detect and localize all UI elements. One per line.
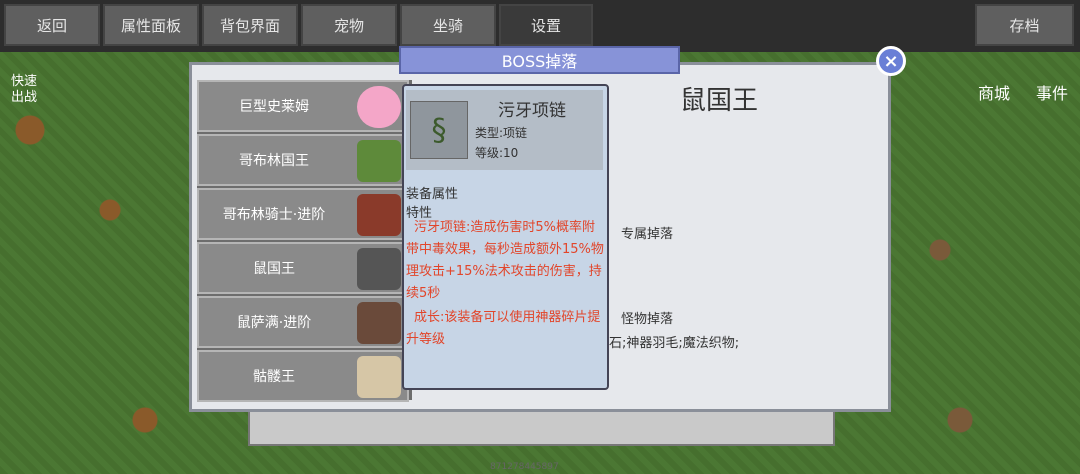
tab-settings[interactable]: 设置 [499,4,593,46]
attr-section: 装备属性 [406,187,459,202]
goblin-king-icon [357,140,401,182]
tab-pets[interactable]: 宠物 [301,4,397,46]
quick-battle-button[interactable]: 快速 出战 [4,74,44,106]
close-icon[interactable]: × [876,46,906,76]
exclusive-drop-label: 专属掉落 [621,227,674,242]
boss-item[interactable]: 巨型史莱姆 [197,80,409,132]
item-level: 等级:10 [475,146,519,160]
growth-description: 成长:该装备可以使用神器碎片提升等级 [406,310,601,347]
boss-item[interactable]: 哥布林骑士·进阶 [197,188,409,240]
rat-king-icon [357,248,401,290]
shop-button[interactable]: 商城 [972,86,1016,102]
slime-icon [357,86,401,128]
tab-inventory[interactable]: 背包界面 [202,4,298,46]
boss-item-label: 鼠萨满·进阶 [236,315,312,331]
tab-mounts[interactable]: 坐骑 [400,4,496,46]
boss-item-label: 骷髅王 [253,369,295,385]
boss-item[interactable]: 哥布林国王 [197,134,409,186]
save-button[interactable]: 存档 [975,4,1074,46]
boss-item-label: 巨型史莱姆 [239,99,309,115]
skeleton-king-icon [357,356,401,398]
item-type: 类型:项链 [475,126,528,140]
monster-drop-label: 怪物掉落 [621,312,674,327]
item-name: 污牙项链 [498,101,566,121]
trait-description: 污牙项链:造成伤害时5%概率附带中毒效果，每秒造成额外15%物理攻击+15%法术… [406,220,604,301]
dialog-title: BOSS掉落 [399,46,680,74]
boss-item[interactable]: 骷髅王 [197,350,409,402]
boss-item-label: 哥布林国王 [239,153,309,169]
boss-item[interactable]: 鼠萨满·进阶 [197,296,409,348]
rat-shaman-icon [357,302,401,344]
boss-item-label: 哥布林骑士·进阶 [222,207,326,223]
footer-id: 871278445897 [490,462,559,472]
events-button[interactable]: 事件 [1030,86,1074,102]
monster-drop-items: 石;神器羽毛;魔法织物; [609,336,740,351]
tab-attributes[interactable]: 属性面板 [103,4,199,46]
necklace-icon: § [410,101,468,159]
bottom-panel [248,408,835,446]
boss-item-label: 鼠国王 [253,261,295,277]
selected-boss-name: 鼠国王 [680,86,759,116]
tab-back[interactable]: 返回 [4,4,100,46]
boss-list: 巨型史莱姆 哥布林国王 哥布林骑士·进阶 鼠国王 鼠萨满·进阶 骷髅王 [197,80,412,402]
goblin-knight-icon [357,194,401,236]
boss-item[interactable]: 鼠国王 [197,242,409,294]
